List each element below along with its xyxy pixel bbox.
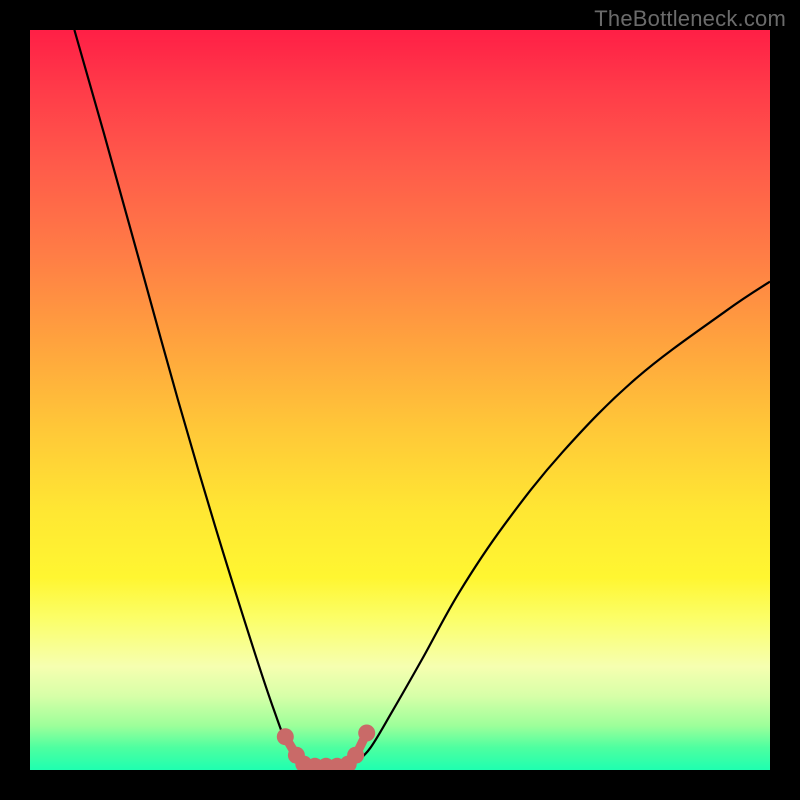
plot-area [30, 30, 770, 770]
watermark-text: TheBottleneck.com [594, 6, 786, 32]
chart-frame: TheBottleneck.com [0, 0, 800, 800]
curve-left [74, 30, 303, 763]
valley-dot [358, 725, 375, 742]
curve-right [356, 282, 770, 763]
valley-dot [277, 728, 294, 745]
valley-dot [347, 747, 364, 764]
chart-svg [30, 30, 770, 770]
